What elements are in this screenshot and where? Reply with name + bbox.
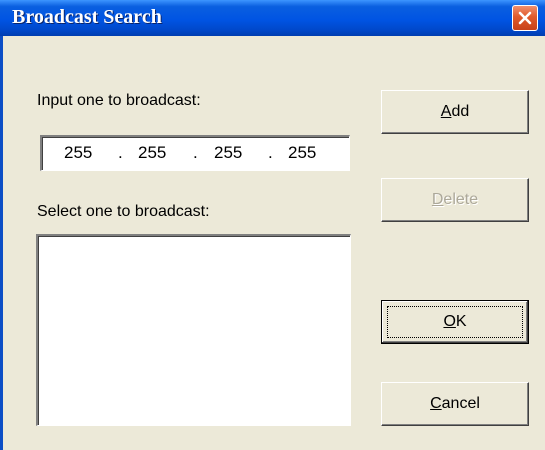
dialog-body: Input one to broadcast: 255 . 255 . 255 …: [0, 36, 545, 450]
add-label-rest: dd: [451, 103, 470, 120]
broadcast-search-dialog: Broadcast Search Input one to broadcast:…: [0, 0, 545, 450]
close-icon: [518, 11, 532, 25]
ok-button[interactable]: OK: [381, 300, 529, 344]
ok-label-rest: K: [455, 313, 467, 330]
ip-separator-3: .: [268, 143, 273, 162]
ip-separator-2: .: [193, 143, 198, 162]
add-mnemonic: A: [440, 103, 452, 120]
delete-label-rest: elete: [443, 191, 479, 208]
window-title: Broadcast Search: [12, 6, 162, 28]
ip-octet-1[interactable]: 255: [64, 143, 92, 163]
cancel-button[interactable]: Cancel: [381, 382, 529, 426]
close-button[interactable]: [512, 5, 538, 31]
ip-separator-1: .: [118, 143, 123, 162]
cancel-label-rest: ancel: [441, 395, 480, 412]
ip-octet-4[interactable]: 255: [288, 143, 316, 163]
select-label: Select one to broadcast:: [37, 203, 210, 220]
ip-octet-3[interactable]: 255: [214, 143, 242, 163]
title-bar[interactable]: Broadcast Search: [0, 0, 545, 36]
ok-mnemonic: O: [443, 313, 456, 330]
ip-octet-2[interactable]: 255: [138, 143, 166, 163]
add-button[interactable]: Add: [381, 90, 529, 134]
ip-address-field[interactable]: 255 . 255 . 255 . 255: [40, 135, 350, 171]
cancel-mnemonic: C: [430, 395, 442, 412]
delete-mnemonic: D: [431, 191, 444, 208]
delete-button[interactable]: Delete: [381, 178, 529, 222]
input-label: Input one to broadcast:: [37, 92, 201, 109]
broadcast-list[interactable]: [36, 234, 351, 426]
